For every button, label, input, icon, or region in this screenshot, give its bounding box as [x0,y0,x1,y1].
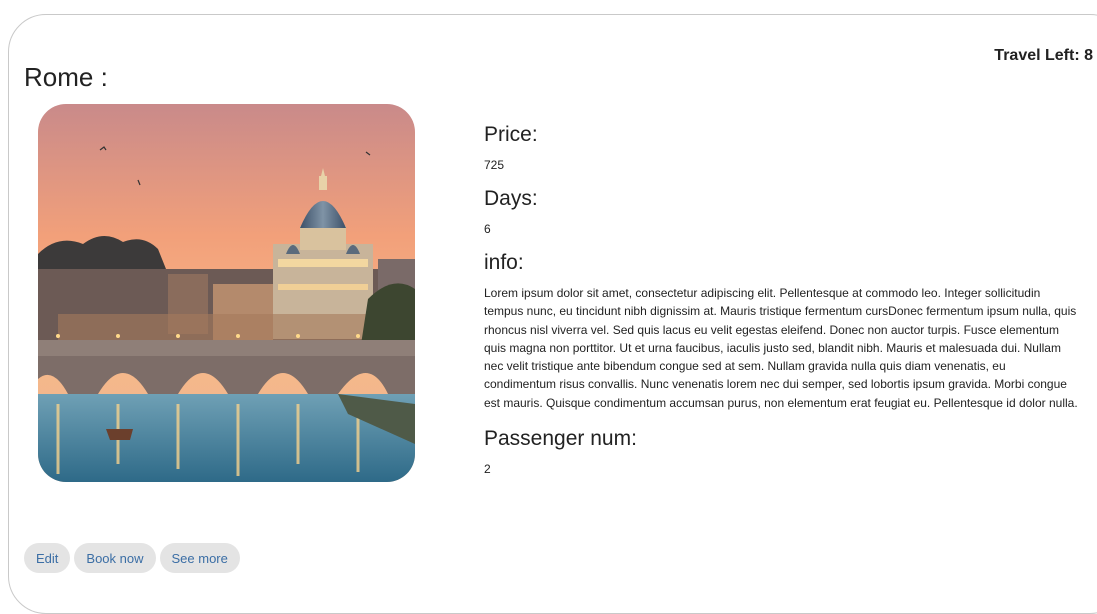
see-more-button[interactable]: See more [159,543,240,573]
action-buttons: Edit Book now See more [24,543,240,573]
passenger-label: Passenger num: [484,427,637,451]
info-label: info: [484,251,524,274]
destination-details: Price: 725 Days: 6 info: Lorem ipsum dol… [484,122,1079,490]
destination-photo [38,104,415,482]
book-now-button[interactable]: Book now [74,543,156,573]
price-label: Price: [484,123,538,146]
edit-button[interactable]: Edit [24,543,71,573]
price-value: 725 [484,158,505,172]
info-text: Lorem ipsum dolor sit amet, consectetur … [484,286,1078,410]
days-value: 6 [484,222,491,236]
days-label: Days: [484,187,538,210]
travel-left-counter: Travel Left: 8 [994,47,1093,64]
passenger-value: 2 [484,462,491,477]
destination-title: Rome : [24,62,108,92]
